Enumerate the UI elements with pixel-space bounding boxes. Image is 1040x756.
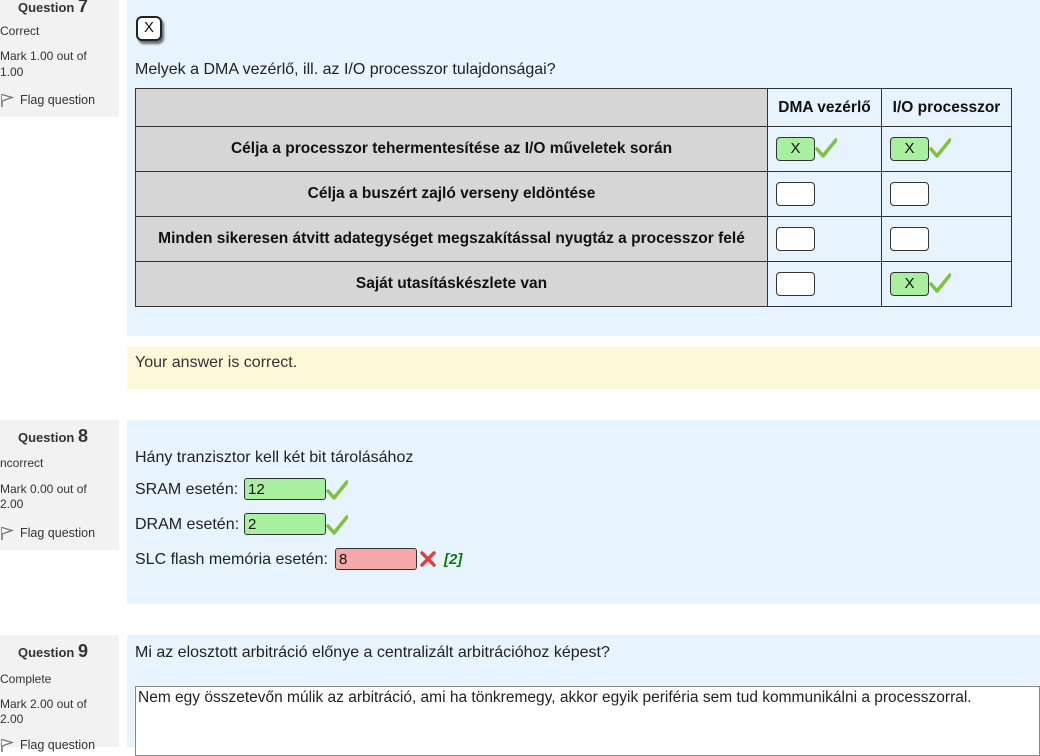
grid-cell-io <box>881 171 1012 217</box>
checkbox-row2-io[interactable] <box>890 182 929 206</box>
check-icon <box>326 515 348 535</box>
q7-number: 7 <box>77 0 88 16</box>
grid-row: Minden sikeresen átvitt adategységet meg… <box>135 216 1012 262</box>
flag-icon <box>0 93 14 107</box>
check-icon <box>929 273 951 293</box>
sram-input[interactable]: 12 <box>244 478 326 500</box>
grid-cell-io <box>881 216 1012 262</box>
checkbox-row4-dma[interactable] <box>776 272 815 296</box>
q7-mark-line2: 1.00 <box>0 65 24 79</box>
q7-question-text: Melyek a DMA vezérlő, ill. az I/O proces… <box>135 61 556 78</box>
q7-info-panel: Question 7 Correct Mark 1.00 out of 1.00… <box>0 0 119 117</box>
grid-cell-io: X <box>881 126 1012 172</box>
flag-label: Flag question <box>20 93 96 107</box>
q8-flag-question[interactable]: Flag question <box>0 526 95 540</box>
q9-label: Question <box>18 645 75 660</box>
q8-label: Question <box>18 430 75 445</box>
q8-number: 8 <box>77 426 88 446</box>
q9-title: Question 9 <box>18 641 88 662</box>
q9-flag-question[interactable]: Flag question <box>0 738 95 752</box>
q9-number: 9 <box>77 641 88 661</box>
check-icon <box>326 480 348 500</box>
check-icon <box>815 138 837 158</box>
q9-state: Complete <box>0 672 52 686</box>
row-label: Célja a buszért zajló verseny eldöntése <box>135 171 768 217</box>
q8-mark-line1: Mark 0.00 out of <box>0 482 87 496</box>
checkbox-row4-io[interactable]: X <box>890 272 929 296</box>
row-label: Minden sikeresen átvitt adategységet meg… <box>135 216 768 262</box>
grid-cell-dma <box>767 216 882 262</box>
q8-question-text: Hány tranzisztor kell két bit tárolásáho… <box>135 449 414 466</box>
grid-header-row: DMA vezérlő I/O processzor <box>135 88 1012 127</box>
dram-label: DRAM esetén: <box>135 516 240 533</box>
flag-icon <box>0 526 14 540</box>
feedback-text: Your answer is correct. <box>135 354 298 371</box>
checkbox-row2-dma[interactable] <box>776 182 815 206</box>
q9-question-text: Mi az elosztott arbitráció előnye a cent… <box>135 644 610 661</box>
q7-label: Question <box>18 0 75 15</box>
flag-icon <box>0 738 14 752</box>
checkbox-row3-io[interactable] <box>890 227 929 251</box>
clear-choice-button[interactable]: X <box>136 16 162 41</box>
q9-mark-line1: Mark 2.00 out of <box>0 697 87 711</box>
q8-mark-line2: 2.00 <box>0 497 24 511</box>
grid-cell-dma <box>767 171 882 217</box>
grid-row: Célja a buszért zajló verseny eldöntése <box>135 171 1012 217</box>
sram-label: SRAM esetén: <box>135 481 239 498</box>
q7-feedback: Your answer is correct. <box>127 347 1040 389</box>
slc-label: SLC flash memória esetén: <box>135 551 328 568</box>
q8-title: Question 8 <box>18 426 88 447</box>
flag-label: Flag question <box>20 526 96 540</box>
grid-row: Saját utasításkészlete van X <box>135 261 1012 307</box>
row-label: Célja a processzor tehermentesítése az I… <box>135 126 768 172</box>
checkbox-row1-io[interactable]: X <box>890 137 929 161</box>
q8-content <box>127 420 1040 604</box>
q7-mark-line1: Mark 1.00 out of <box>0 49 87 63</box>
q9-mark-line2: 2.00 <box>0 712 24 726</box>
check-icon <box>929 138 951 158</box>
q7-title: Question 7 <box>18 0 88 17</box>
grid-corner <box>135 88 768 127</box>
q8-state: ncorrect <box>0 456 44 470</box>
correct-answer-hint: [2] <box>444 551 463 568</box>
checkbox-row1-dma[interactable]: X <box>776 137 815 161</box>
q7-answer-grid: DMA vezérlő I/O processzor Célja a proce… <box>135 88 1012 307</box>
flag-label: Flag question <box>20 738 96 752</box>
checkbox-row3-dma[interactable] <box>776 227 815 251</box>
row-label: Saját utasításkészlete van <box>135 261 768 307</box>
cross-icon <box>420 551 436 567</box>
q7-flag-question[interactable]: Flag question <box>0 93 95 107</box>
q8-info-panel: Question 8 ncorrect Mark 0.00 out of 2.0… <box>0 420 119 550</box>
slc-input[interactable]: 8 <box>335 548 417 570</box>
grid-cell-io: X <box>881 261 1012 307</box>
essay-answer-textarea[interactable]: Nem egy összetevőn múlik az arbitráció, … <box>135 686 1040 756</box>
grid-cell-dma <box>767 261 882 307</box>
column-header-dma: DMA vezérlő <box>767 88 882 127</box>
grid-cell-dma: X <box>767 126 882 172</box>
q9-info-panel: Question 9 Complete Mark 2.00 out of 2.0… <box>0 635 119 752</box>
column-header-io: I/O processzor <box>881 88 1012 127</box>
q7-state: Correct <box>0 24 40 38</box>
grid-row: Célja a processzor tehermentesítése az I… <box>135 126 1012 172</box>
dram-input[interactable]: 2 <box>244 513 326 535</box>
